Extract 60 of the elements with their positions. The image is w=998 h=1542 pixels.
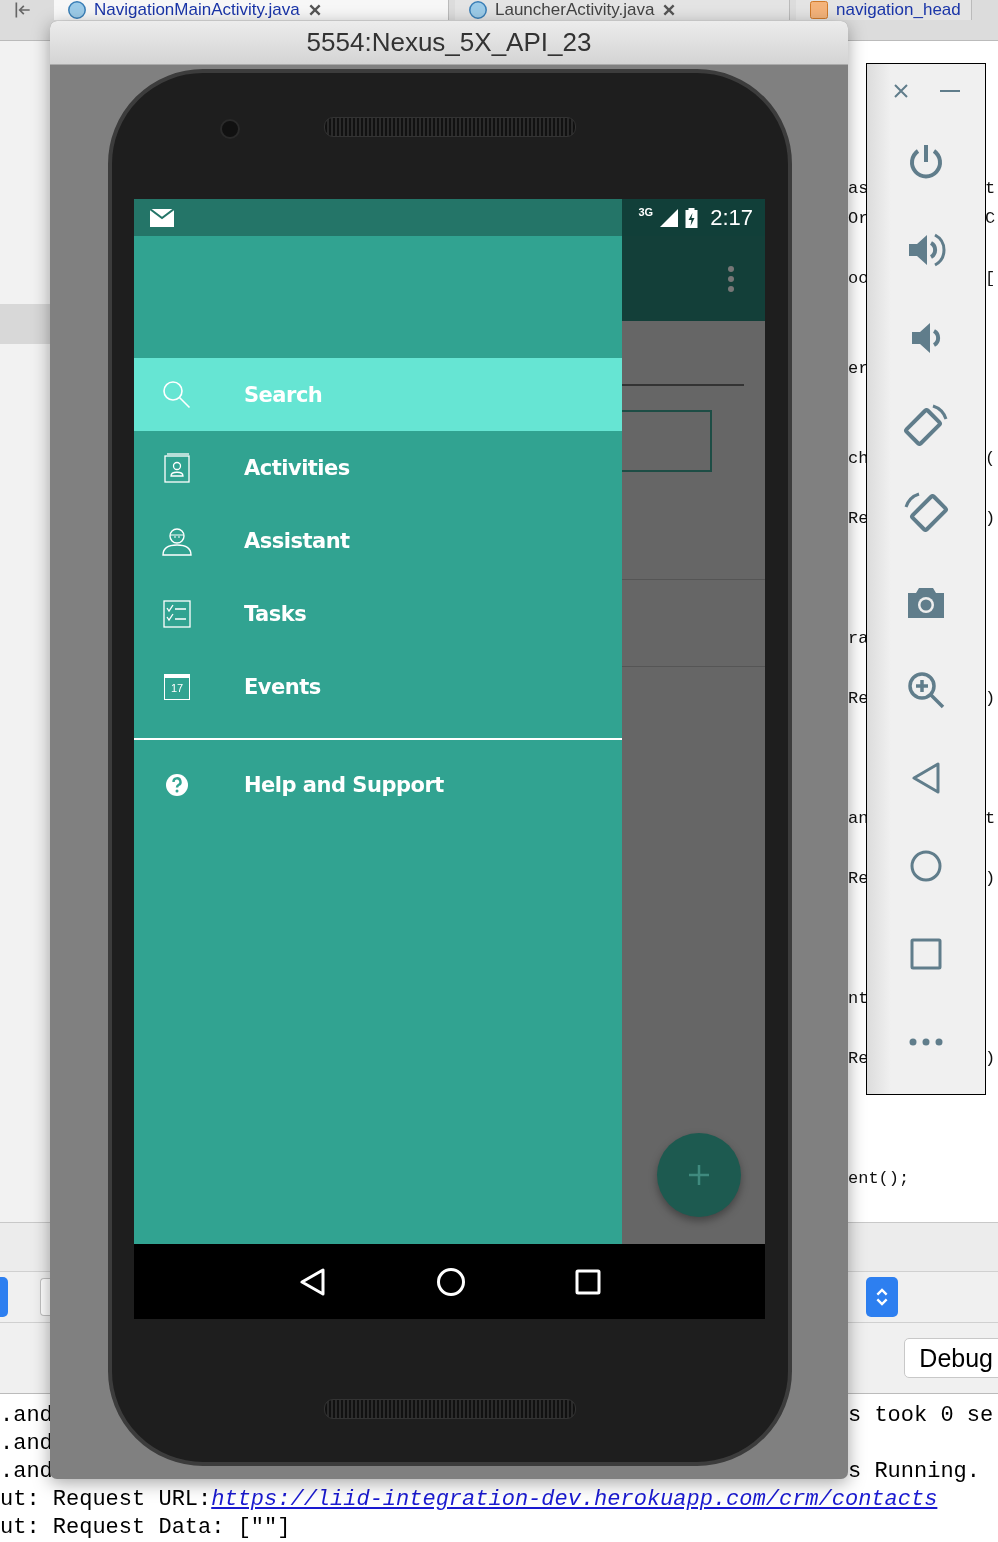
code-text: t xyxy=(985,807,996,830)
plus-icon xyxy=(687,1163,711,1187)
code-text: ) xyxy=(985,1047,996,1070)
drawer-item[interactable]: Help and Support xyxy=(134,748,622,821)
stepper-button[interactable] xyxy=(866,1277,898,1318)
dropdown-field[interactable] xyxy=(40,1278,50,1317)
console-text: s took 0 se xyxy=(848,1402,995,1430)
console-text: ut: Request Data: [""] xyxy=(0,1514,291,1542)
checklist-icon xyxy=(162,599,192,628)
camera-lens xyxy=(220,119,240,139)
code-text: [ xyxy=(985,267,996,290)
minimize-icon[interactable] xyxy=(939,89,960,93)
zoom-in-icon[interactable] xyxy=(906,670,946,710)
more-icon[interactable] xyxy=(909,1038,943,1046)
class-file-icon xyxy=(68,1,86,19)
selected-row xyxy=(0,303,50,344)
code-text: Re xyxy=(848,867,869,890)
back-icon[interactable] xyxy=(298,1266,327,1297)
drawer-item[interactable]: Activities xyxy=(134,431,622,504)
drawer-item[interactable]: Tasks xyxy=(134,577,622,650)
file-tab[interactable]: LauncherActivity.java xyxy=(455,0,790,20)
code-text: Re xyxy=(848,687,869,710)
code-text: ) xyxy=(985,687,996,710)
debug-button[interactable]: Debug xyxy=(904,1338,998,1379)
code-text: ent(); xyxy=(848,1167,910,1190)
code-text: Re xyxy=(848,507,869,530)
signal-icon xyxy=(659,207,680,228)
network-type: 3G xyxy=(638,206,654,218)
drawer-item[interactable]: Assistant xyxy=(134,504,622,577)
clock-time: 2:17 xyxy=(710,204,753,231)
code-text: Or xyxy=(848,207,869,230)
url-link[interactable]: https://liid-integration-dev.herokuapp.com/crm/contacts xyxy=(211,1486,938,1514)
file-tab[interactable]: navigation_head xyxy=(796,0,972,20)
battery-icon xyxy=(685,207,699,228)
code-text: C xyxy=(985,207,996,230)
toolbar-button[interactable] xyxy=(0,1277,8,1318)
layout-file-icon xyxy=(810,1,828,19)
rotate-left-icon[interactable] xyxy=(903,403,949,449)
file-tab[interactable]: NavigationMainActivity.java xyxy=(54,0,449,20)
code-text: ) xyxy=(985,507,996,530)
close-icon[interactable] xyxy=(307,3,322,17)
mail-icon xyxy=(150,208,174,227)
drawer-item[interactable]: 17 Events xyxy=(134,650,622,723)
code-text: t xyxy=(985,177,996,200)
search-icon xyxy=(162,379,192,410)
code-text: ( xyxy=(985,447,996,470)
code-text: er xyxy=(848,357,869,380)
console-text: ut: Request URL: xyxy=(0,1486,212,1514)
console-text: s Running. xyxy=(848,1458,982,1486)
code-text: nt xyxy=(848,987,869,1010)
window-title: 5554:Nexus_5X_API_23 xyxy=(306,27,592,58)
close-icon[interactable] xyxy=(892,83,909,99)
code-text: ) xyxy=(985,867,996,890)
close-icon[interactable] xyxy=(662,3,677,17)
calendar-icon: 17 xyxy=(164,673,190,700)
class-file-icon xyxy=(469,1,487,19)
person-headset-icon xyxy=(162,525,192,556)
code-text: Re xyxy=(848,1047,869,1070)
overflow-menu-icon[interactable] xyxy=(728,266,734,292)
contact-book-icon xyxy=(162,452,192,483)
